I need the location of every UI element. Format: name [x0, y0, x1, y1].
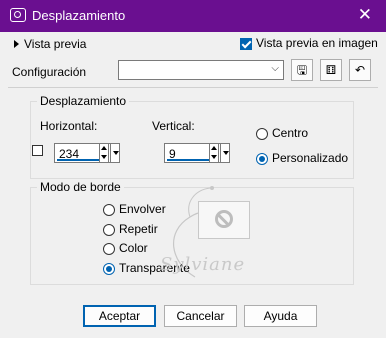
preview-toggle[interactable]: Vista previa — [14, 37, 86, 51]
help-button[interactable]: Ayuda — [244, 305, 317, 327]
watermark-text: Sylviane — [160, 254, 246, 275]
horizontal-label: Horizontal: — [40, 119, 98, 133]
spin-updown-icon[interactable] — [209, 143, 219, 163]
offset-group: Desplazamiento — [30, 94, 354, 179]
ok-button[interactable]: Aceptar — [83, 305, 156, 327]
close-icon[interactable]: ✕ — [358, 5, 372, 25]
dialog-body: Vista previa Vista previa en imagen Conf… — [0, 32, 386, 338]
dice-icon: ⚅ — [325, 63, 337, 77]
cancel-button[interactable]: Cancelar — [164, 305, 237, 327]
radio-button[interactable] — [256, 127, 268, 140]
border-option-label: Repetir — [119, 222, 158, 236]
chevron-down-icon: ⌵ — [271, 63, 279, 74]
dropdown-arrow-icon[interactable] — [110, 143, 120, 163]
save-preset-button[interactable]: 🖫 — [291, 59, 313, 81]
expand-arrow-icon — [14, 40, 19, 48]
title-bar: Desplazamiento ✕ — [0, 0, 386, 32]
radio-center-label: Centro — [272, 126, 309, 140]
window-title: Desplazamiento — [32, 8, 126, 23]
dropdown-arrow-icon[interactable] — [220, 143, 230, 163]
vertical-label: Vertical: — [152, 119, 195, 133]
divider — [8, 87, 378, 88]
radio-custom-label: Personalizado — [272, 151, 349, 165]
value-underline — [167, 159, 211, 161]
save-icon: 🖫 — [296, 63, 308, 77]
preview-toggle-label: Vista previa — [24, 37, 87, 51]
border-mode-title: Modo de borde — [37, 180, 124, 194]
spin-updown-icon[interactable] — [99, 143, 109, 163]
radio-button[interactable] — [103, 242, 115, 255]
radio-button[interactable] — [103, 223, 115, 236]
link-checkbox[interactable] — [32, 145, 43, 156]
color-swatch-disabled[interactable] — [198, 201, 250, 239]
config-dropdown[interactable]: ⌵ — [118, 60, 284, 80]
radio-button[interactable] — [103, 203, 115, 216]
radio-custom[interactable]: Personalizado — [256, 151, 348, 165]
border-option-color[interactable]: Color — [103, 241, 148, 255]
border-option-label: Envolver — [119, 202, 166, 216]
preview-on-image-checkbox[interactable]: Vista previa en imagen — [240, 36, 378, 50]
radio-button-selected[interactable] — [256, 152, 268, 165]
preview-on-image-label: Vista previa en imagen — [256, 36, 378, 50]
horizontal-spinbox[interactable]: 234 — [54, 143, 120, 163]
prohibited-icon — [215, 210, 233, 228]
border-option-label: Color — [119, 241, 148, 255]
reset-preset-button[interactable]: ↶ — [349, 59, 371, 81]
config-label: Configuración — [12, 65, 87, 79]
radio-center[interactable]: Centro — [256, 126, 308, 140]
checkbox-checked[interactable] — [240, 37, 252, 50]
border-option-repeat[interactable]: Repetir — [103, 222, 158, 236]
value-underline — [57, 159, 101, 161]
camera-icon — [10, 8, 26, 22]
vertical-spinbox[interactable]: 9 — [164, 143, 230, 163]
radio-button-selected[interactable] — [103, 262, 115, 275]
offset-group-title: Desplazamiento — [37, 94, 130, 108]
random-preset-button[interactable]: ⚅ — [320, 59, 342, 81]
reset-icon: ↶ — [354, 63, 366, 77]
border-option-wrap[interactable]: Envolver — [103, 202, 166, 216]
